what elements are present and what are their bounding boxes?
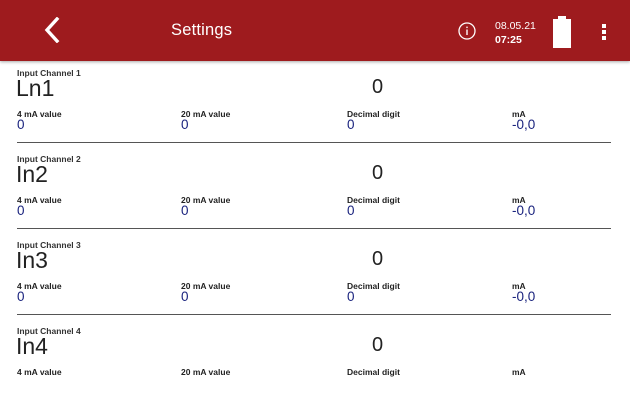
divider [17, 142, 611, 143]
ma20-value-field[interactable]: 0 [181, 290, 189, 304]
ma-reading: -0,0 [512, 117, 536, 132]
decimal-digit-label: Decimal digit [347, 195, 400, 205]
channel-name[interactable]: In3 [16, 249, 48, 272]
battery-icon [553, 16, 571, 48]
divider [17, 228, 611, 229]
channel-reading: 0 [372, 76, 384, 98]
channel-reading: 0 [372, 334, 384, 356]
back-button[interactable] [36, 12, 68, 48]
info-button[interactable] [458, 22, 476, 40]
channel-name[interactable]: Ln1 [16, 77, 54, 100]
ma4-value-field[interactable]: 0 [17, 204, 25, 218]
ma20-value-field[interactable]: 0 [181, 118, 189, 132]
decimal-digit-label: Decimal digit [347, 281, 400, 291]
ma20-label: 20 mA value [181, 367, 231, 377]
decimal-digit-field[interactable]: 0 [347, 204, 355, 218]
divider [17, 314, 611, 315]
channel-reading: 0 [372, 162, 384, 184]
channel-1: Input Channel 1 Ln1 0 4 mA value 0 20 mA… [0, 68, 630, 154]
status-date: 08.05.21 [495, 20, 536, 32]
channel-reading: 0 [372, 248, 384, 270]
channel-name[interactable]: In4 [16, 335, 48, 358]
more-vert-icon[interactable] [596, 22, 612, 42]
app-bar: Settings 08.05.21 07:25 [0, 0, 630, 61]
ma4-value-field[interactable]: 0 [17, 290, 25, 304]
back-chevron-icon [44, 17, 60, 43]
info-icon [458, 22, 476, 40]
page-title: Settings [171, 21, 233, 39]
decimal-digit-label: Decimal digit [347, 367, 400, 377]
channel-2: Input Channel 2 In2 0 4 mA value 0 20 mA… [0, 154, 630, 240]
ma-reading: -0,0 [512, 203, 536, 218]
decimal-digit-field[interactable]: 0 [347, 290, 355, 304]
decimal-digit-label: Decimal digit [347, 109, 400, 119]
decimal-digit-field[interactable]: 0 [347, 118, 355, 132]
channel-name[interactable]: In2 [16, 163, 48, 186]
ma20-value-field[interactable]: 0 [181, 204, 189, 218]
channel-3: Input Channel 3 In3 0 4 mA value 0 20 mA… [0, 240, 630, 326]
ma4-value-field[interactable]: 0 [17, 118, 25, 132]
ma-label: mA [512, 367, 526, 377]
channel-4: Input Channel 4 In4 0 4 mA value 20 mA v… [0, 326, 630, 412]
ma-reading: -0,0 [512, 289, 536, 304]
status-time: 07:25 [495, 34, 522, 46]
ma4-label: 4 mA value [17, 367, 62, 377]
